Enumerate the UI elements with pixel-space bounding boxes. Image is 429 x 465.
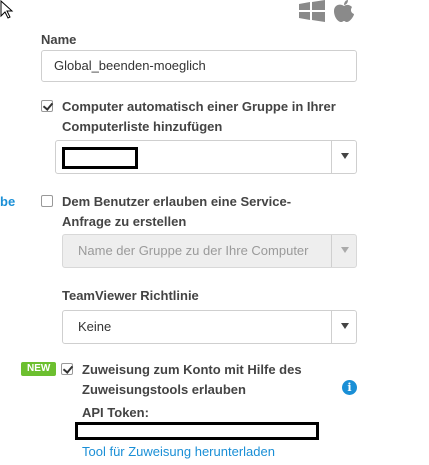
service-request-checkbox[interactable] bbox=[41, 195, 53, 207]
auto-group-checkbox[interactable] bbox=[41, 100, 53, 112]
name-label: Name bbox=[41, 32, 77, 47]
chevron-down-icon bbox=[341, 323, 349, 329]
redacted-api-token bbox=[75, 422, 319, 440]
policy-select[interactable]: Keine bbox=[62, 310, 357, 344]
policy-label: TeamViewer Richtlinie bbox=[62, 288, 199, 303]
info-icon[interactable]: i bbox=[342, 380, 357, 395]
redacted-group-name bbox=[62, 147, 138, 169]
os-icons bbox=[297, 0, 359, 22]
new-badge: NEW bbox=[21, 362, 57, 376]
auto-group-label: Computer automatisch einer Gruppe in Ihr… bbox=[62, 99, 336, 134]
assignment-checkbox[interactable] bbox=[61, 363, 73, 375]
assignment-label: Zuweisung zum Konto mit Hilfe des Zuweis… bbox=[82, 362, 302, 397]
api-token-label: API Token: bbox=[82, 405, 149, 420]
computer-group-select[interactable] bbox=[55, 140, 357, 174]
policy-select-value: Keine bbox=[78, 319, 112, 334]
download-tool-link[interactable]: Tool für Zuweisung herunterladen bbox=[82, 444, 275, 459]
service-group-select: Name der Gruppe zu der Ihre Computer bbox=[62, 234, 357, 268]
chevron-down-icon bbox=[341, 153, 349, 159]
cursor-icon bbox=[0, 0, 14, 19]
apple-icon bbox=[334, 0, 354, 22]
windows-icon bbox=[299, 0, 325, 22]
name-field[interactable]: Global_beenden-moeglich bbox=[41, 50, 357, 82]
service-request-label: Dem Benutzer erlauben eine Service-Anfra… bbox=[62, 194, 292, 229]
name-field-value: Global_beenden-moeglich bbox=[54, 58, 206, 73]
left-edge-link[interactable]: be bbox=[0, 194, 15, 209]
chevron-down-icon bbox=[341, 247, 349, 253]
service-group-placeholder: Name der Gruppe zu der Ihre Computer bbox=[78, 243, 309, 258]
